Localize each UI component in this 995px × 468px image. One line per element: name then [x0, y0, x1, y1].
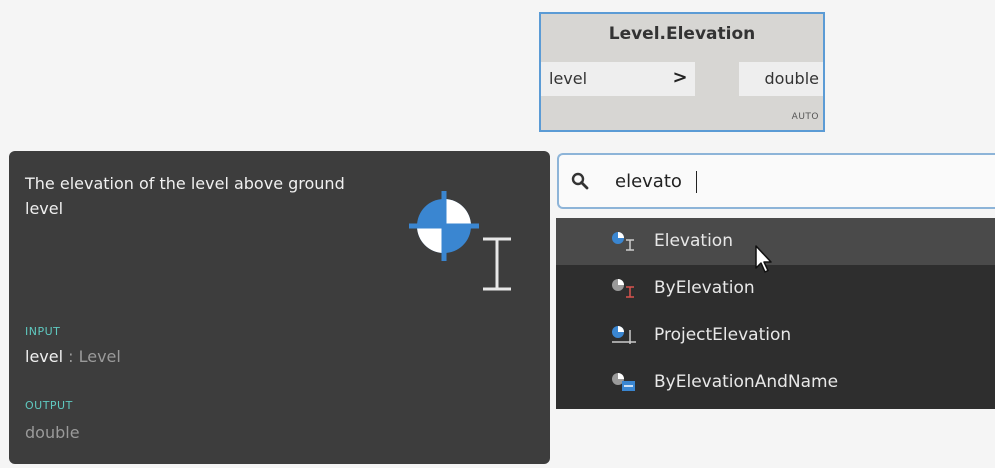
node-documentation-tooltip: The elevation of the level above ground …: [9, 151, 550, 464]
output-section-label: OUTPUT: [25, 399, 73, 412]
input-section-label: INPUT: [25, 325, 61, 338]
input-parameter-type: : Level: [63, 347, 121, 366]
level-elevation-node[interactable]: Level.Elevation level > double AUTO: [539, 12, 825, 132]
search-results-list: Elevation ByElevation ProjectElevation B…: [556, 218, 995, 409]
input-parameter-name: level: [25, 347, 64, 366]
search-result-label: ByElevationAndName: [654, 372, 839, 392]
output-parameter-type: double: [25, 423, 80, 442]
elevation-query-icon: [612, 232, 634, 251]
by-elevation-create-icon: [612, 279, 634, 298]
text-caret: [696, 171, 697, 193]
chevron-right-icon: >: [672, 67, 688, 88]
search-input[interactable]: [615, 165, 915, 197]
search-result-label: Elevation: [654, 231, 733, 251]
node-description: The elevation of the level above ground …: [25, 174, 345, 218]
by-elevation-and-name-icon: [612, 373, 635, 391]
output-port-double[interactable]: double: [739, 62, 823, 96]
search-result-byelevation[interactable]: ByElevation: [556, 265, 995, 312]
node-title: Level.Elevation: [608, 24, 756, 44]
project-elevation-icon: [612, 326, 636, 344]
input-parameter: level : Level: [25, 347, 121, 366]
node-port-row: level > double: [541, 58, 823, 100]
lacing-label[interactable]: AUTO: [792, 112, 819, 122]
search-icon: [571, 172, 589, 190]
node-search-box[interactable]: [557, 153, 995, 209]
search-result-label: ByElevation: [654, 278, 755, 298]
mouse-pointer-icon: [755, 245, 772, 273]
search-result-projectelevation[interactable]: ProjectElevation: [556, 312, 995, 359]
search-result-label: ProjectElevation: [654, 325, 792, 345]
level-elevation-icon: [409, 191, 511, 291]
search-result-byelevationandname[interactable]: ByElevationAndName: [556, 359, 995, 406]
search-result-elevation[interactable]: Elevation: [556, 218, 995, 265]
